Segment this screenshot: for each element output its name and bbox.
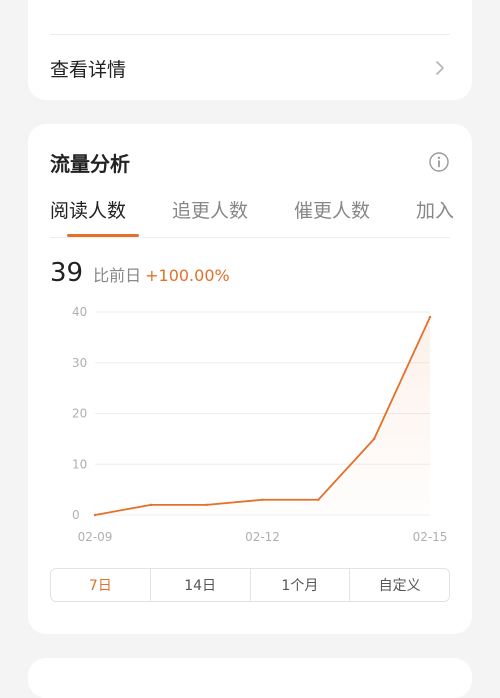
data-point — [261, 498, 264, 501]
traffic-analysis-card: 流量分析 阅读人数 追更人数 催更人数 加入 39 比前日 +100.00% 0… — [28, 124, 472, 634]
x-tick-label: 02-09 — [78, 530, 113, 544]
data-point — [372, 437, 376, 441]
divider — [50, 34, 450, 35]
view-details-row[interactable]: 查看详情 — [50, 46, 450, 90]
trend-chart: 0 10 20 30 40 02-09 02-12 02-15 — [72, 305, 448, 544]
data-point — [93, 513, 97, 517]
chevron-right-icon — [430, 58, 450, 78]
range-14-days[interactable]: 14日 — [149, 569, 250, 601]
y-tick-label: 10 — [72, 457, 87, 471]
range-1-month[interactable]: 1个月 — [249, 569, 350, 601]
y-tick-label: 0 — [72, 508, 80, 522]
range-custom[interactable]: 自定义 — [349, 569, 449, 601]
range-7-days[interactable]: 7日 — [51, 569, 150, 601]
data-point — [428, 315, 432, 319]
x-tick-label: 02-15 — [413, 530, 448, 544]
area-fill — [95, 317, 430, 515]
y-tick-label: 20 — [72, 407, 87, 421]
details-card: 查看详情 — [28, 0, 472, 100]
data-point — [149, 503, 153, 507]
data-point — [205, 503, 208, 507]
y-tick-label: 40 — [72, 305, 87, 319]
y-tick-label: 30 — [72, 356, 87, 370]
next-card — [28, 658, 472, 698]
range-selector: 7日 14日 1个月 自定义 — [50, 568, 450, 602]
view-details-label: 查看详情 — [50, 58, 127, 81]
data-point — [317, 498, 320, 501]
x-tick-label: 02-12 — [245, 530, 280, 544]
